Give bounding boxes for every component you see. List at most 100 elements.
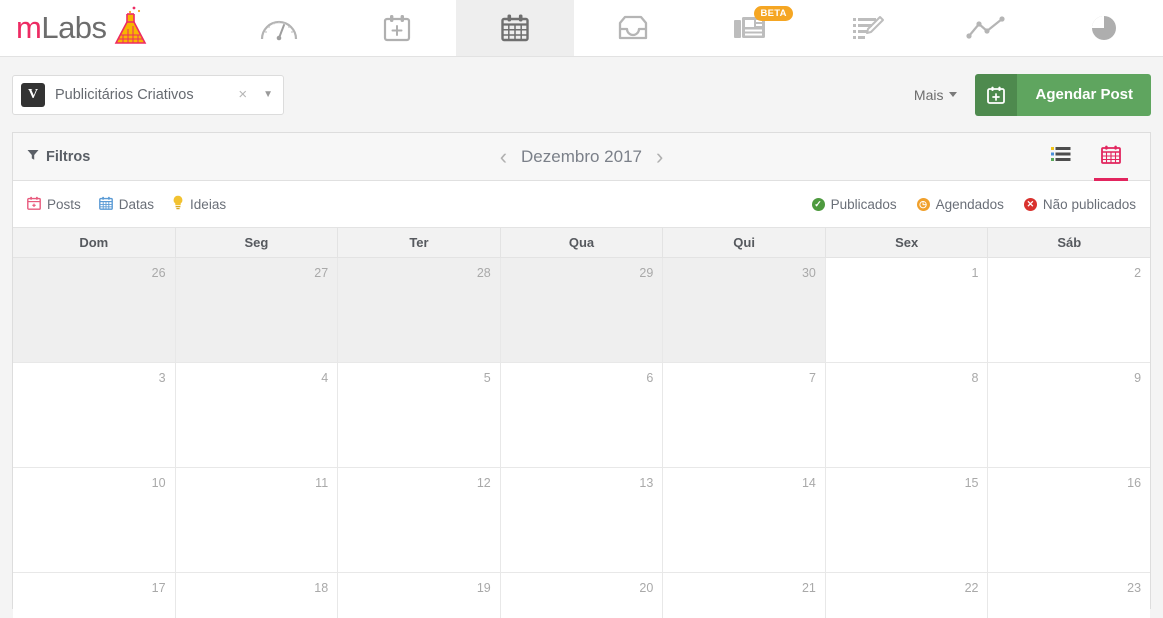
profile-selector[interactable]: V Publicitários Criativos × ▼ xyxy=(12,74,284,115)
legend-publicados: ✓ Publicados xyxy=(811,196,897,212)
legend-publicados-label: Publicados xyxy=(830,196,897,212)
calendar-day-cell[interactable]: 11 xyxy=(175,468,339,573)
nav-item-approvals[interactable] xyxy=(809,0,927,56)
day-number: 22 xyxy=(964,581,979,595)
weekday-sab: Sáb xyxy=(988,228,1151,258)
view-toggle-list[interactable] xyxy=(1036,133,1086,181)
weekday-ter: Ter xyxy=(338,228,501,258)
nav-item-new-post[interactable] xyxy=(338,0,456,56)
nav-item-analytics[interactable] xyxy=(927,0,1045,56)
nav-item-reports[interactable] xyxy=(1045,0,1163,56)
calendar-day-cell[interactable]: 5 xyxy=(338,363,501,468)
calendar-day-cell[interactable]: 14 xyxy=(663,468,826,573)
calendar-day-cell[interactable]: 8 xyxy=(825,363,989,468)
view-toggle-group xyxy=(1036,133,1136,181)
more-menu-button[interactable]: Mais xyxy=(914,87,958,103)
legend-agendados-label: Agendados xyxy=(935,196,1004,212)
day-number: 20 xyxy=(639,581,654,595)
nav-icon-group: BETA xyxy=(220,0,1163,56)
legend-nao-publicados: ✕ Não publicados xyxy=(1023,196,1136,212)
calendar-day-cell[interactable]: 3 xyxy=(13,363,176,468)
calendar-day-cell[interactable]: 17 xyxy=(13,573,176,618)
filter-chip-datas[interactable]: Datas xyxy=(98,196,155,213)
calendar-day-cell[interactable]: 13 xyxy=(500,468,664,573)
calendar-day-cell[interactable]: 4 xyxy=(175,363,339,468)
calendar-grid-icon xyxy=(498,11,532,45)
profile-toolbar: V Publicitários Criativos × ▼ Mais Agend… xyxy=(0,57,1163,132)
brand-wordmark: mLabs xyxy=(16,10,107,45)
calendar-plus-icon xyxy=(975,73,1018,116)
calendar-day-cell[interactable]: 21 xyxy=(663,573,826,618)
nav-item-calendar[interactable] xyxy=(455,0,574,56)
calendar-week-row: 10 11 12 13 14 15 16 xyxy=(13,468,1151,573)
calendar-day-cell[interactable]: 19 xyxy=(338,573,501,618)
day-number: 21 xyxy=(801,581,816,595)
brand-logo[interactable]: mLabs xyxy=(0,0,220,56)
chevron-left-icon[interactable]: ‹ xyxy=(500,145,507,168)
day-number: 29 xyxy=(639,266,654,280)
clear-profile-icon[interactable]: × xyxy=(232,86,253,103)
filters-button[interactable]: Filtros xyxy=(27,149,90,165)
day-number: 1 xyxy=(971,266,979,280)
nav-item-dashboard[interactable] xyxy=(220,0,338,56)
pie-chart-icon xyxy=(1088,12,1120,44)
calendar-day-cell[interactable]: 29 xyxy=(500,258,664,363)
calendar-day-cell[interactable]: 23 xyxy=(988,573,1151,618)
schedule-post-button[interactable]: Agendar Post xyxy=(975,73,1151,116)
day-number: 4 xyxy=(321,371,329,385)
filters-label: Filtros xyxy=(46,148,91,165)
calendar-day-cell[interactable]: 26 xyxy=(13,258,176,363)
calendar-day-cell[interactable]: 22 xyxy=(825,573,989,618)
day-number: 3 xyxy=(158,371,166,385)
calendar-day-cell[interactable]: 27 xyxy=(175,258,339,363)
day-number: 18 xyxy=(314,581,329,595)
calendar-day-cell[interactable]: 1 xyxy=(825,258,989,363)
legend-agendados: ◷ Agendados xyxy=(916,196,1004,212)
weekday-sex: Sex xyxy=(825,228,989,258)
calendar-card-header: Filtros ‹ Dezembro 2017 › xyxy=(13,133,1150,181)
view-toggle-calendar[interactable] xyxy=(1086,133,1136,181)
legend-nao-publicados-label: Não publicados xyxy=(1042,196,1136,212)
day-number: 10 xyxy=(151,476,166,490)
calendar-day-cell[interactable]: 9 xyxy=(988,363,1151,468)
chevron-down-icon xyxy=(949,92,958,97)
clock-circle-icon: ◷ xyxy=(916,197,930,211)
calendar-grid: 26 27 28 29 30 1 2 3 4 5 6 7 8 9 10 11 12 13 14 15 16 17 18 19 2… xyxy=(13,258,1151,618)
weekday-dom: Dom xyxy=(13,228,176,258)
chevron-down-icon[interactable]: ▼ xyxy=(263,89,273,100)
profile-actions: Mais Agendar Post xyxy=(914,73,1151,116)
day-number: 26 xyxy=(151,266,166,280)
calendar-day-cell[interactable]: 16 xyxy=(988,468,1151,573)
nav-item-inbox[interactable] xyxy=(574,0,692,56)
calendar-day-cell[interactable]: 12 xyxy=(338,468,501,573)
profile-name: Publicitários Criativos xyxy=(55,86,194,103)
calendar-day-cell[interactable]: 20 xyxy=(500,573,664,618)
filter-chip-datas-label: Datas xyxy=(118,196,155,212)
day-number: 13 xyxy=(639,476,654,490)
nav-item-news[interactable]: BETA xyxy=(692,0,810,56)
calendar-day-cell[interactable]: 28 xyxy=(338,258,501,363)
calendar-day-cell[interactable]: 2 xyxy=(988,258,1151,363)
chevron-right-icon[interactable]: › xyxy=(656,145,663,168)
calendar-day-cell[interactable]: 18 xyxy=(175,573,339,618)
schedule-post-label: Agendar Post xyxy=(1017,73,1151,116)
status-legend: ✓ Publicados ◷ Agendados ✕ Não publicado… xyxy=(811,196,1136,212)
calendar-day-cell[interactable]: 6 xyxy=(500,363,664,468)
filter-chip-ideias-label: Ideias xyxy=(190,196,227,212)
filter-chip-posts[interactable]: Posts xyxy=(27,196,81,213)
more-menu-label: Mais xyxy=(913,86,944,103)
top-navigation-bar: mLabs BETA xyxy=(0,0,1163,57)
x-circle-icon: ✕ xyxy=(1023,197,1037,211)
beta-badge: BETA xyxy=(754,6,793,21)
day-number: 7 xyxy=(808,371,816,385)
day-number: 5 xyxy=(483,371,491,385)
calendar-day-cell[interactable]: 10 xyxy=(13,468,176,573)
flask-icon xyxy=(111,5,149,47)
calendar-day-cell[interactable]: 30 xyxy=(663,258,826,363)
calendar-day-cell[interactable]: 15 xyxy=(825,468,989,573)
filter-chip-ideias[interactable]: Ideias xyxy=(172,195,226,213)
day-number: 28 xyxy=(476,266,491,280)
calendar-card: Filtros ‹ Dezembro 2017 › Posts Datas Id… xyxy=(12,132,1151,618)
day-number: 8 xyxy=(971,371,979,385)
calendar-day-cell[interactable]: 7 xyxy=(663,363,826,468)
